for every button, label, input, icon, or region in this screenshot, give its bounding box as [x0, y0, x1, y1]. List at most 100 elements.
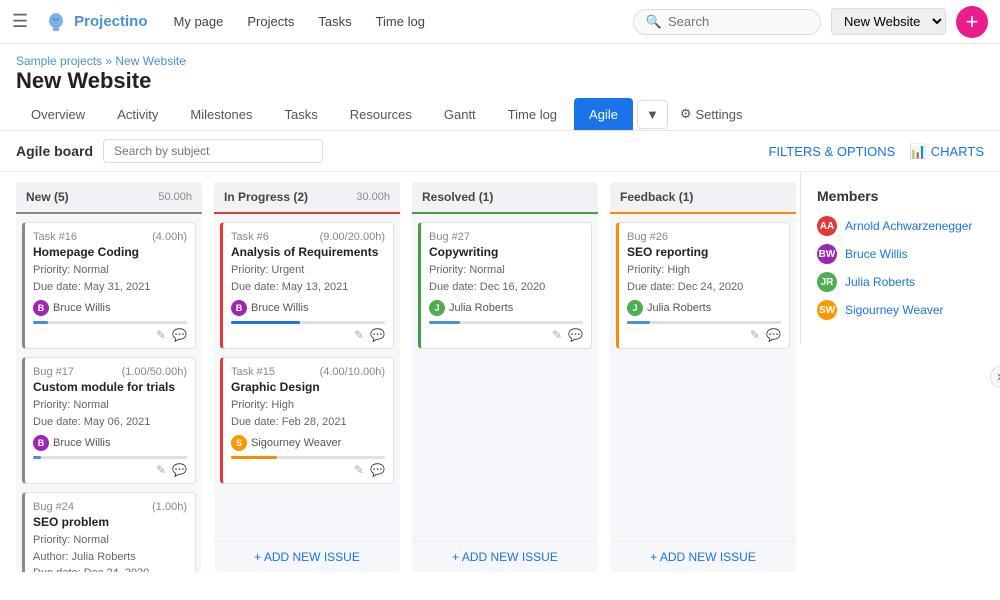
card-assignee: B Bruce Willis [33, 300, 187, 316]
tab-dropdown[interactable]: ▼ [637, 100, 668, 129]
edit-icon[interactable]: ✎ [552, 328, 562, 342]
board-search-input[interactable] [103, 139, 323, 163]
nav-timelog[interactable]: Time log [366, 10, 435, 33]
search-input[interactable] [668, 14, 808, 29]
app-logo: Projectino [44, 10, 147, 34]
card-due-date: Due date: Dec 24, 2020 [33, 565, 187, 572]
tab-timelog[interactable]: Time log [493, 98, 572, 130]
members-title: Members [817, 188, 984, 204]
card-actions: ✎ 💬 [33, 463, 187, 477]
card-actions: ✎ 💬 [231, 328, 385, 342]
card-actions: ✎ 💬 [627, 328, 781, 342]
card-hours: (4.00h) [152, 231, 187, 243]
navbar: ☰ Projectino My page Projects Tasks Time… [0, 0, 1000, 44]
edit-icon[interactable]: ✎ [354, 328, 364, 342]
tab-milestones[interactable]: Milestones [175, 98, 267, 130]
hamburger-icon[interactable]: ☰ [12, 11, 28, 32]
tab-settings[interactable]: ⚙ Agile Settings [670, 100, 753, 128]
kanban-column-feedback: Feedback (1) Bug #26 SEO reporting Prior… [610, 182, 796, 572]
tab-agile[interactable]: Agile [574, 98, 633, 130]
tab-overview[interactable]: Overview [16, 98, 100, 130]
tab-tasks[interactable]: Tasks [270, 98, 333, 130]
comment-icon[interactable]: 💬 [172, 463, 187, 477]
edit-icon[interactable]: ✎ [156, 463, 166, 477]
card-title: Homepage Coding [33, 245, 187, 259]
breadcrumb-parent[interactable]: Sample projects [16, 54, 102, 68]
task-card: Task #6 (9.00/20.00h) Analysis of Requir… [220, 222, 394, 349]
board-title: Agile board [16, 143, 93, 159]
add-issue-button[interactable]: + ADD NEW ISSUE [214, 541, 400, 572]
assignee-name: Bruce Willis [251, 302, 308, 314]
add-issue-button[interactable]: + ADD NEW ISSUE [412, 541, 598, 572]
comment-icon[interactable]: 💬 [370, 328, 385, 342]
card-assignee: J Julia Roberts [429, 300, 583, 316]
progress-bar [33, 321, 187, 324]
tab-resources[interactable]: Resources [335, 98, 427, 130]
member-name: Sigourney Weaver [845, 303, 944, 317]
tab-gantt[interactable]: Gantt [429, 98, 491, 130]
filters-options-link[interactable]: FILTERS & OPTIONS [768, 144, 895, 159]
card-priority: Priority: Normal [429, 262, 583, 279]
nav-projects[interactable]: Projects [237, 10, 304, 33]
nav-tasks[interactable]: Tasks [308, 10, 361, 33]
member-item[interactable]: BW Bruce Willis [817, 244, 984, 264]
column-header-inprogress: In Progress (2) 30.00h [214, 182, 400, 214]
tab-activity[interactable]: Activity [102, 98, 173, 130]
assignee-name: Sigourney Weaver [251, 437, 341, 449]
task-card: Bug #27 Copywriting Priority: Normal Due… [418, 222, 592, 349]
comment-icon[interactable]: 💬 [172, 328, 187, 342]
member-name: Julia Roberts [845, 275, 915, 289]
column-title: In Progress (2) [224, 190, 308, 204]
column-title: Feedback (1) [620, 190, 693, 204]
edit-icon[interactable]: ✎ [354, 463, 364, 477]
card-id: Bug #27 [429, 231, 470, 243]
card-id: Bug #26 [627, 231, 668, 243]
task-card: Task #15 (4.00/10.00h) Graphic Design Pr… [220, 357, 394, 484]
column-hours: 30.00h [356, 191, 390, 203]
kanban-board: New (5) 50.00h Task #16 (4.00h) Homepage… [0, 172, 800, 582]
card-title: Copywriting [429, 245, 583, 259]
task-card: Bug #17 (1.00/50.00h) Custom module for … [22, 357, 196, 484]
card-due-date: Due date: Dec 24, 2020 [627, 279, 781, 296]
avatar: B [33, 300, 49, 316]
add-issue-button[interactable]: + ADD NEW ISSUE [610, 541, 796, 572]
card-priority: Priority: Urgent [231, 262, 385, 279]
card-priority: Priority: Normal [33, 397, 187, 414]
sidebar-collapse-button[interactable]: ✕ [990, 366, 1000, 388]
member-item[interactable]: AA Arnold Achwarzenegger [817, 216, 984, 236]
edit-icon[interactable]: ✎ [156, 328, 166, 342]
avatar: JR [817, 272, 837, 292]
card-due-date: Due date: Feb 28, 2021 [231, 414, 385, 431]
progress-fill [627, 321, 650, 324]
card-title: SEO reporting [627, 245, 781, 259]
member-item[interactable]: SW Sigourney Weaver [817, 300, 984, 320]
card-header: Bug #26 [627, 231, 781, 243]
add-button[interactable]: + [956, 6, 988, 38]
charts-link[interactable]: 📊 CHARTS [909, 143, 984, 160]
card-assignee: B Bruce Willis [33, 435, 187, 451]
kanban-column-new: New (5) 50.00h Task #16 (4.00h) Homepage… [16, 182, 202, 572]
right-sidebar-wrapper: Members AA Arnold Achwarzenegger BW Bruc… [800, 172, 1000, 582]
card-header: Bug #17 (1.00/50.00h) [33, 366, 187, 378]
progress-bar [33, 456, 187, 459]
comment-icon[interactable]: 💬 [370, 463, 385, 477]
member-name: Arnold Achwarzenegger [845, 219, 972, 233]
right-sidebar: Members AA Arnold Achwarzenegger BW Bruc… [800, 172, 1000, 344]
comment-icon[interactable]: 💬 [766, 328, 781, 342]
card-due-date: Due date: Dec 16, 2020 [429, 279, 583, 296]
comment-icon[interactable]: 💬 [568, 328, 583, 342]
card-id: Bug #24 [33, 501, 74, 513]
column-header-new: New (5) 50.00h [16, 182, 202, 214]
card-priority: Priority: Normal [33, 262, 187, 279]
card-header: Task #15 (4.00/10.00h) [231, 366, 385, 378]
board-header: Agile board FILTERS & OPTIONS 📊 CHARTS [0, 131, 1000, 172]
card-actions: ✎ 💬 [231, 463, 385, 477]
member-item[interactable]: JR Julia Roberts [817, 272, 984, 292]
nav-mypage[interactable]: My page [164, 10, 234, 33]
chart-icon: 📊 [909, 143, 926, 160]
project-select[interactable]: New Website [831, 8, 946, 35]
edit-icon[interactable]: ✎ [750, 328, 760, 342]
search-box[interactable]: 🔍 [633, 9, 821, 35]
card-title: Custom module for trials [33, 380, 187, 394]
card-actions: ✎ 💬 [33, 328, 187, 342]
